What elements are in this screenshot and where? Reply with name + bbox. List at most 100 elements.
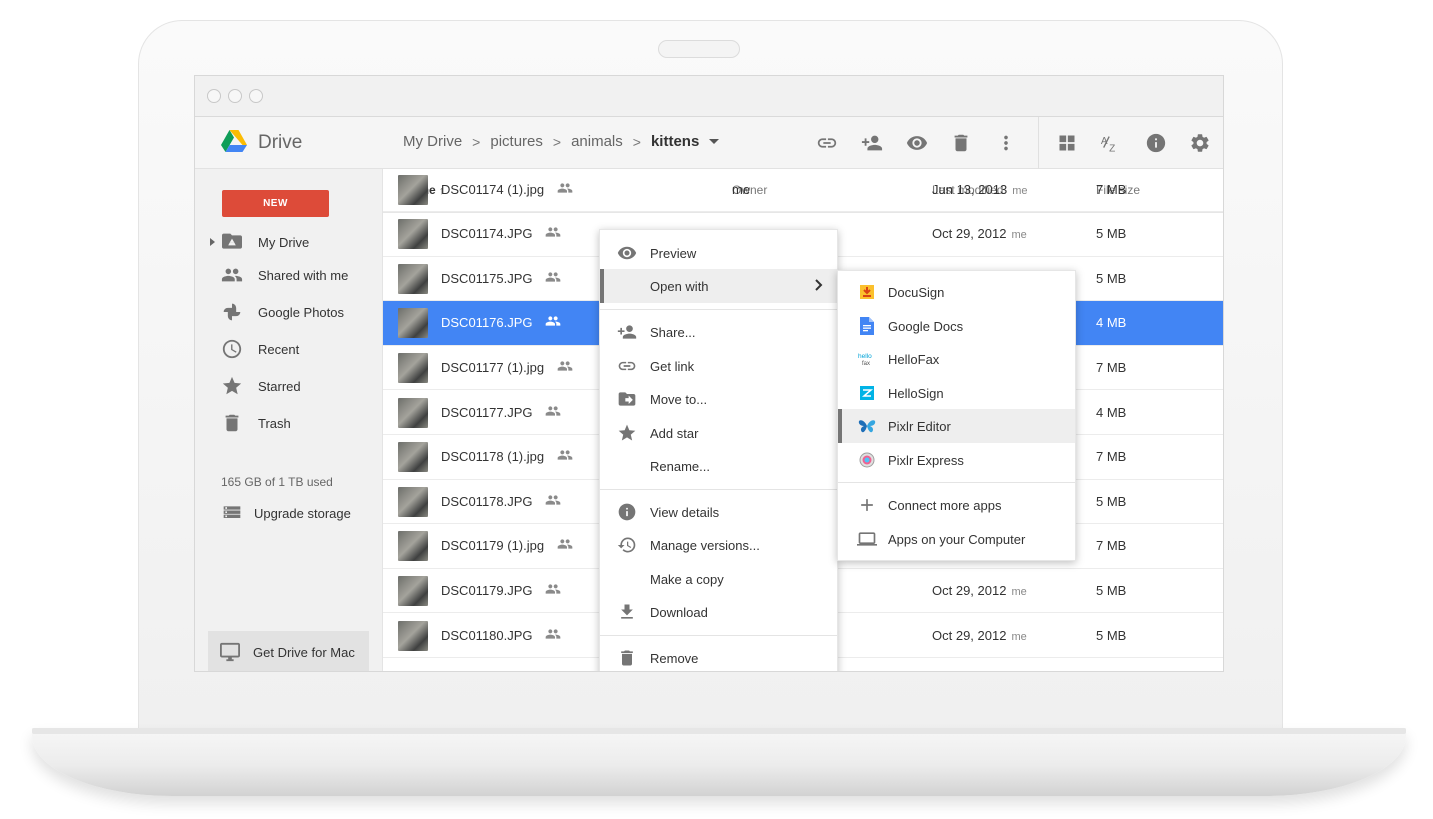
menu-item-label: Open with: [650, 278, 709, 294]
file-size: 5 MB: [1096, 270, 1127, 286]
file-modified-by: me: [1011, 229, 1027, 242]
google-docs-icon: [856, 315, 878, 337]
sidebar: NEW My Drive Shared with me Google Photo…: [195, 169, 383, 671]
app-item-hellosign[interactable]: HelloSign: [838, 376, 1075, 410]
link-icon: [616, 355, 638, 377]
laptop-camera: [658, 40, 740, 58]
menu-item-remove[interactable]: Remove: [600, 641, 837, 671]
storage-icon: [221, 502, 243, 524]
menu-item-manage-versions[interactable]: Manage versions...: [600, 528, 837, 562]
shared-people-icon: [545, 226, 561, 238]
breadcrumb-my-drive[interactable]: My Drive: [403, 133, 462, 150]
sidebar-item-starred[interactable]: Starred: [195, 369, 383, 403]
menu-item-share[interactable]: Share...: [600, 315, 837, 349]
docusign-icon: [856, 281, 878, 303]
file-size: 4 MB: [1096, 315, 1127, 331]
app-item-google-docs[interactable]: Google Docs: [838, 309, 1075, 343]
menu-item-rename[interactable]: Rename...: [600, 449, 837, 483]
menu-item-get-link[interactable]: Get link: [600, 349, 837, 383]
chevron-right-icon: >: [552, 133, 562, 150]
file-name: DSC01174 (1).jpg: [441, 181, 545, 197]
app-item-connect-more-apps[interactable]: Connect more apps: [838, 488, 1075, 522]
eye-icon: [616, 242, 638, 264]
breadcrumb-animals[interactable]: animals: [571, 133, 623, 150]
shared-people-icon: [545, 494, 561, 506]
app-item-hellofax[interactable]: hello fax HelloFax: [838, 342, 1075, 376]
menu-item-download[interactable]: Download: [600, 595, 837, 629]
info-icon[interactable]: [1144, 131, 1168, 155]
trash-icon[interactable]: [949, 131, 973, 155]
menu-item-add-star[interactable]: Add star: [600, 416, 837, 450]
app-item-apps-on-your-computer[interactable]: Apps on your Computer: [838, 522, 1075, 556]
window-minimize-button[interactable]: [228, 89, 242, 103]
info-icon: [616, 501, 638, 523]
pixlr-editor-icon: [856, 415, 878, 437]
download-icon: [616, 601, 638, 623]
caret-down-icon[interactable]: [709, 139, 720, 144]
app-item-label: HelloFax: [888, 351, 940, 367]
file-modified: Oct 29, 2012 me: [932, 226, 1027, 241]
upgrade-storage-link[interactable]: Upgrade storage: [221, 502, 351, 524]
file-modified-date: Oct 29, 2012: [932, 627, 1007, 643]
sidebar-item-trash[interactable]: Trash: [195, 406, 383, 440]
drive-logo-icon[interactable]: [221, 130, 247, 154]
link-icon[interactable]: [815, 131, 839, 155]
app-item-label: Pixlr Express: [888, 452, 964, 468]
menu-item-open-with[interactable]: Open with: [600, 269, 837, 303]
menu-separator: [600, 489, 837, 490]
file-name: DSC01174.JPG: [441, 226, 533, 242]
app-item-label: HelloSign: [888, 385, 944, 401]
star-icon: [616, 422, 638, 444]
menu-item-preview[interactable]: Preview: [600, 236, 837, 270]
laptop-icon: [856, 528, 878, 550]
app-title[interactable]: Drive: [258, 132, 302, 154]
gear-icon[interactable]: [1188, 131, 1212, 155]
hellosign-icon: [856, 382, 878, 404]
eye-icon[interactable]: [905, 131, 929, 155]
file-owner: me: [732, 181, 751, 197]
breadcrumb-current[interactable]: kittens: [651, 133, 699, 150]
file-name: DSC01178 (1).jpg: [441, 449, 545, 465]
breadcrumb-pictures[interactable]: pictures: [490, 133, 543, 150]
menu-item-label: Manage versions...: [650, 537, 760, 553]
menu-item-view-details[interactable]: View details: [600, 495, 837, 529]
table-row[interactable]: DSC01174 (1).jpg me Jun 13, 2013 me 7 MB: [383, 169, 1223, 213]
app-item-pixlr-express[interactable]: Pixlr Express: [838, 443, 1075, 477]
file-name: DSC01179 (1).jpg: [441, 538, 545, 554]
trash-icon: [221, 412, 243, 434]
menu-separator: [600, 309, 837, 310]
trash-icon: [616, 647, 638, 669]
add-person-icon: [616, 321, 638, 343]
chevron-right-icon: >: [472, 133, 481, 150]
expand-arrow-icon[interactable]: [210, 238, 215, 246]
file-name: DSC01180.JPG: [441, 627, 533, 643]
more-vert-icon[interactable]: [994, 131, 1018, 155]
file-name: DSC01177.JPG: [441, 404, 533, 420]
menu-item-move-to[interactable]: Move to...: [600, 382, 837, 416]
sidebar-item-shared[interactable]: Shared with me: [195, 258, 383, 292]
sidebar-item-my-drive[interactable]: My Drive: [195, 225, 383, 259]
people-icon: [221, 264, 243, 286]
new-button[interactable]: NEW: [222, 190, 329, 217]
app-item-label: Connect more apps: [888, 497, 1002, 513]
svg-text:Z: Z: [1109, 143, 1115, 154]
app-item-pixlr-editor[interactable]: Pixlr Editor: [838, 409, 1075, 443]
file-name: DSC01176.JPG: [441, 315, 533, 331]
grid-icon[interactable]: [1055, 131, 1079, 155]
window-zoom-button[interactable]: [249, 89, 263, 103]
move-folder-icon: [616, 388, 638, 410]
file-size: 5 MB: [1096, 226, 1127, 242]
sidebar-item-recent[interactable]: Recent: [195, 332, 383, 366]
menu-item-make-a-copy[interactable]: Make a copy: [600, 562, 837, 596]
menu-item-label: Rename...: [650, 458, 710, 474]
get-drive-button[interactable]: Get Drive for Mac: [208, 631, 369, 671]
file-modified-date: Oct 29, 2012: [932, 582, 1007, 598]
add-person-icon[interactable]: [860, 131, 884, 155]
file-thumbnail: [398, 486, 428, 517]
chevron-right-icon: [815, 279, 823, 294]
sort-az-icon[interactable]: AZ: [1099, 131, 1123, 155]
sidebar-item-photos[interactable]: Google Photos: [195, 295, 383, 329]
menu-item-label: Move to...: [650, 391, 708, 407]
app-item-docusign[interactable]: DocuSign: [838, 275, 1075, 309]
window-close-button[interactable]: [207, 89, 221, 103]
